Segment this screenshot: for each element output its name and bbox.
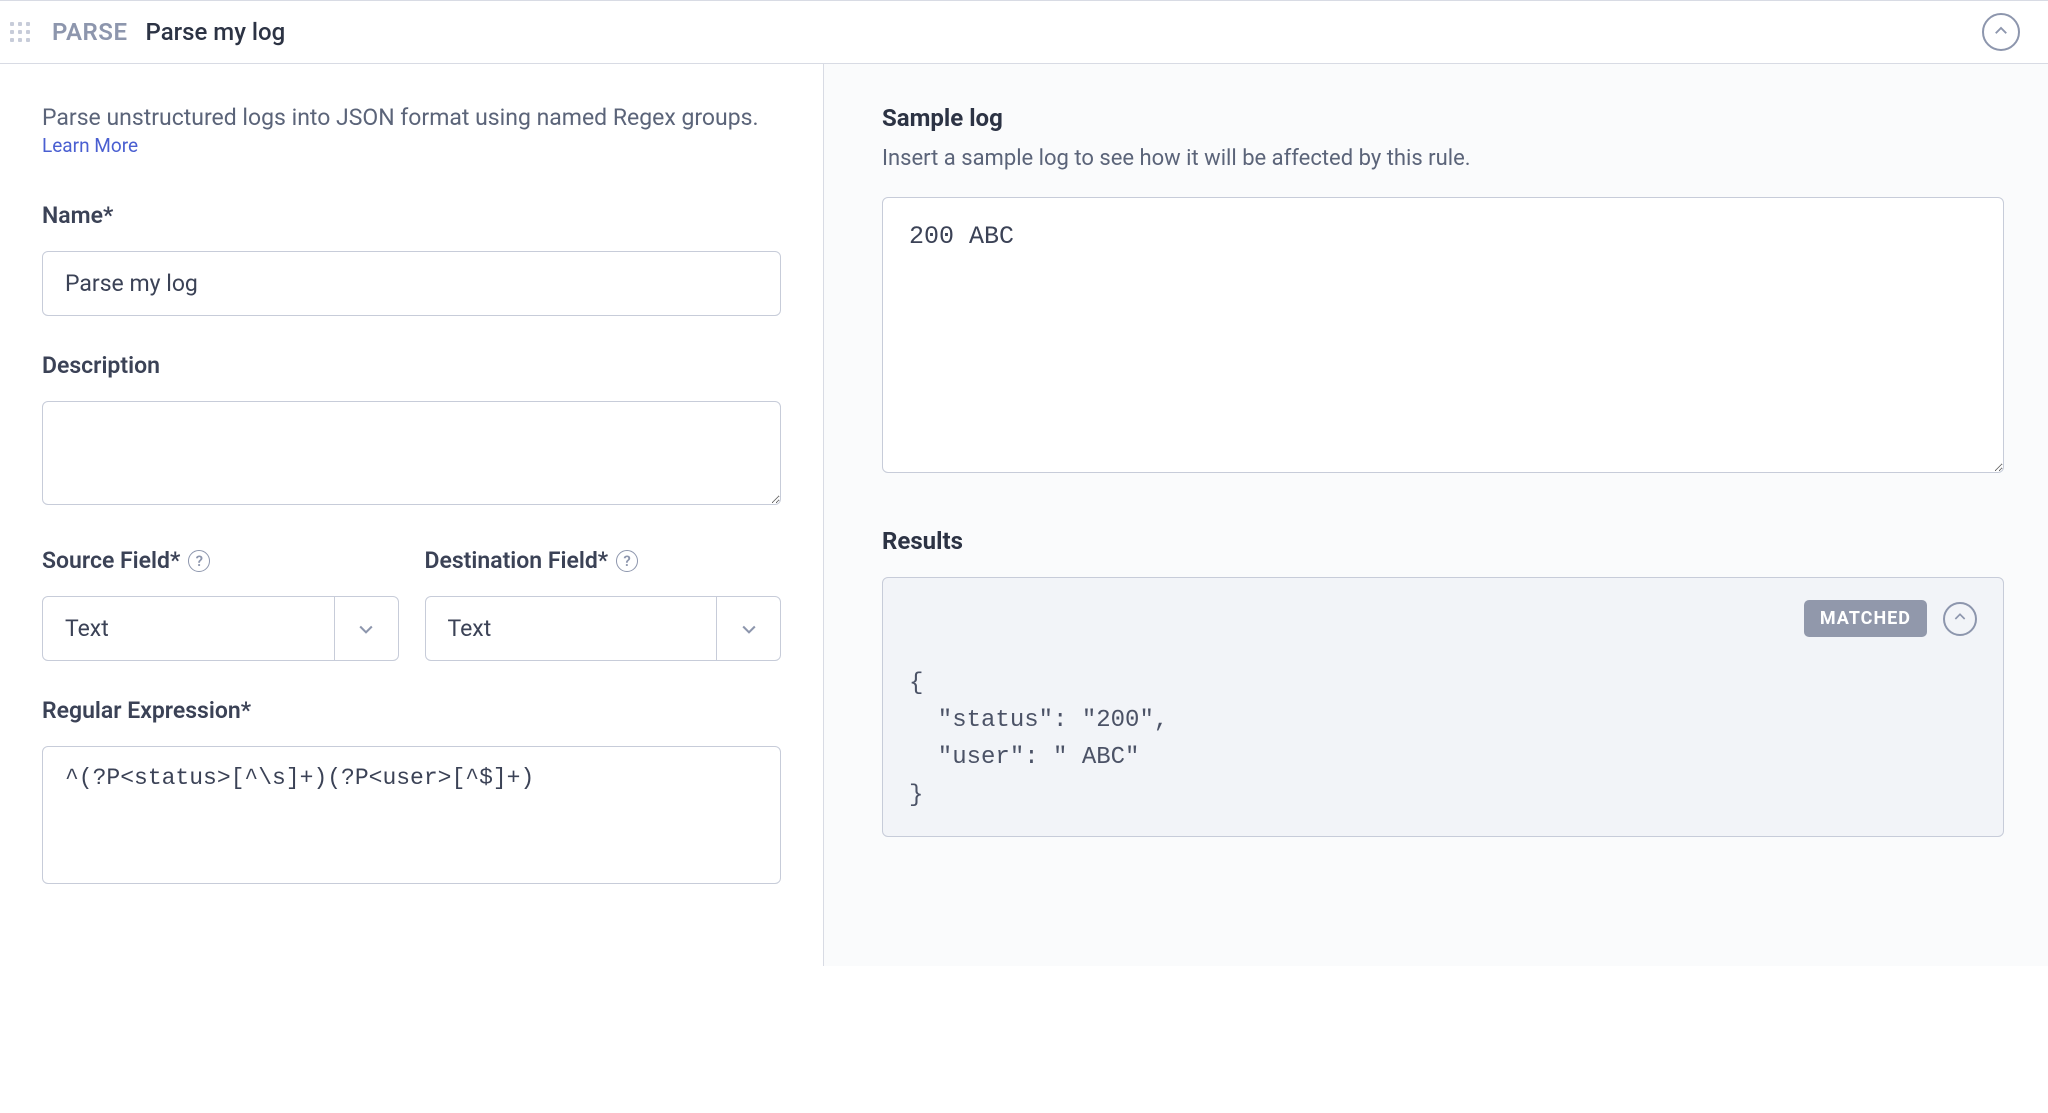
collapse-button[interactable] [1982, 13, 2020, 51]
source-field-label-text: Source Field* [42, 547, 180, 574]
source-field-value: Text [43, 597, 334, 660]
destination-field-value: Text [426, 597, 717, 660]
description-label: Description [42, 352, 781, 379]
rule-header-left: PARSE Parse my log [6, 16, 285, 48]
destination-field-select[interactable]: Text [425, 596, 782, 661]
destination-field-label-text: Destination Field* [425, 547, 609, 574]
intro-text: Parse unstructured logs into JSON format… [42, 104, 781, 158]
chevron-down-icon [334, 597, 398, 660]
results-json: { "status": "200", "user": " ABC" } [909, 665, 1977, 814]
name-input[interactable] [42, 251, 781, 316]
results-box: MATCHED { "status": "200", "user": " ABC… [882, 577, 2004, 837]
results-header: MATCHED [909, 600, 1977, 637]
source-field-select[interactable]: Text [42, 596, 399, 661]
source-field-label: Source Field* ? [42, 547, 399, 574]
source-field-group: Source Field* ? Text [42, 547, 399, 661]
preview-pane: Sample log Insert a sample log to see ho… [824, 64, 2048, 966]
destination-field-label: Destination Field* ? [425, 547, 782, 574]
description-field-group: Description [42, 352, 781, 511]
help-icon[interactable]: ? [616, 550, 638, 572]
regex-input[interactable] [42, 746, 781, 884]
regex-label: Regular Expression* [42, 697, 781, 724]
drag-handle-icon[interactable] [6, 16, 34, 48]
results-collapse-button[interactable] [1943, 602, 1977, 636]
results-title: Results [882, 527, 2004, 555]
match-status-badge: MATCHED [1804, 600, 1927, 637]
chevron-up-icon [1952, 609, 1968, 628]
rule-title: Parse my log [146, 18, 286, 46]
name-field-group: Name* [42, 202, 781, 316]
name-label: Name* [42, 202, 781, 229]
regex-field-group: Regular Expression* [42, 697, 781, 890]
learn-more-link[interactable]: Learn More [42, 134, 138, 157]
chevron-up-icon [1992, 22, 2010, 43]
chevron-down-icon [716, 597, 780, 660]
intro-copy: Parse unstructured logs into JSON format… [42, 104, 759, 131]
sample-log-subtitle: Insert a sample log to see how it will b… [882, 146, 2004, 171]
config-pane: Parse unstructured logs into JSON format… [0, 64, 824, 966]
rule-body: Parse unstructured logs into JSON format… [0, 64, 2048, 966]
rule-header: PARSE Parse my log [0, 0, 2048, 64]
destination-field-group: Destination Field* ? Text [425, 547, 782, 661]
rule-type-label: PARSE [52, 18, 128, 46]
sample-log-title: Sample log [882, 104, 2004, 132]
description-input[interactable] [42, 401, 781, 505]
help-icon[interactable]: ? [188, 550, 210, 572]
sample-log-input[interactable] [882, 197, 2004, 473]
